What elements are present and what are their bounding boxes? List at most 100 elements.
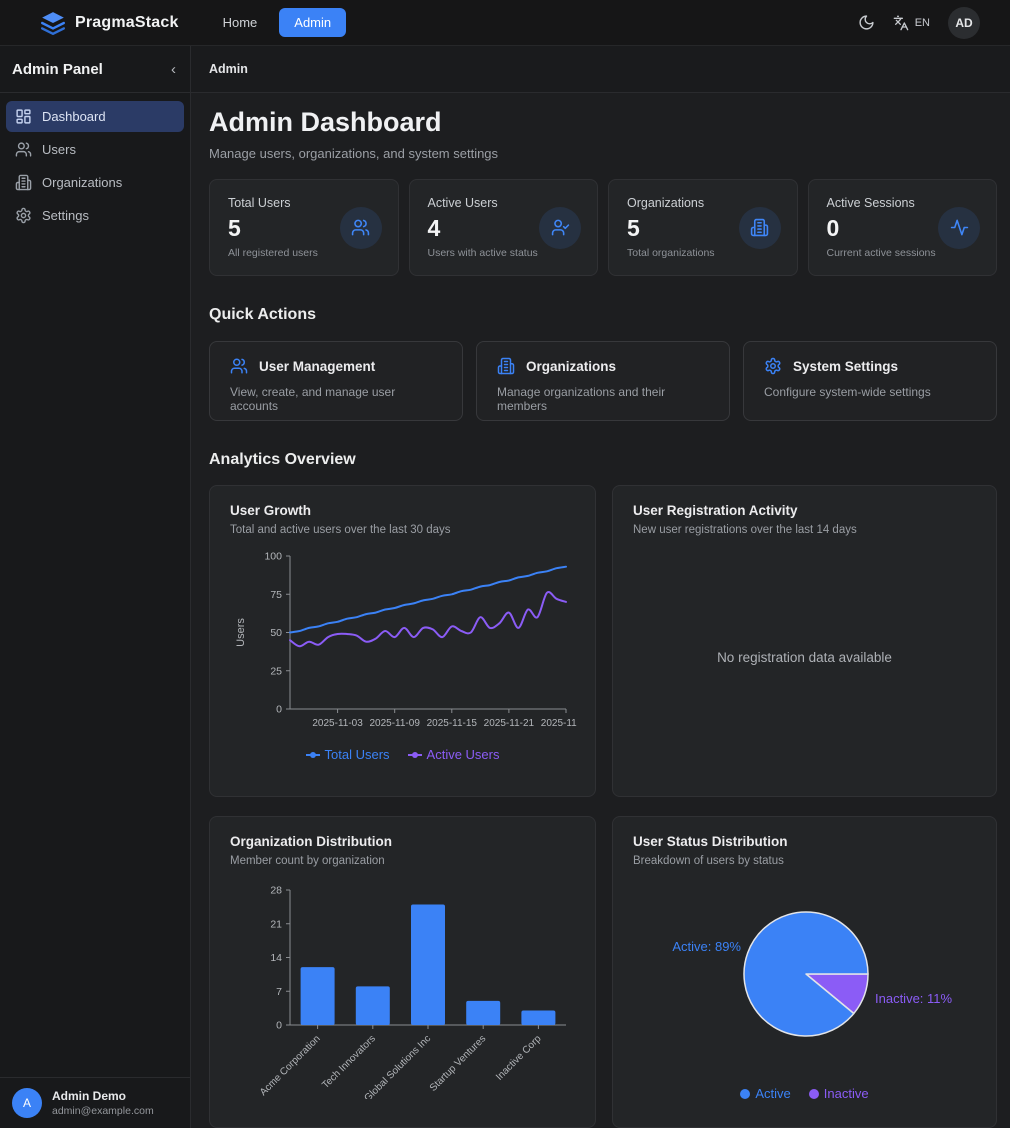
pie-legend-dot [740, 1089, 750, 1099]
line-legend-marker [306, 754, 320, 756]
sidebar-user-email: admin@example.com [52, 1105, 154, 1117]
sidebar-item-settings[interactable]: Settings [6, 200, 184, 231]
sidebar-item-users[interactable]: Users [6, 134, 184, 165]
top-navbar: PragmaStack Home Admin EN AD [0, 0, 1010, 46]
stats-grid: Total Users 5 All registered users Activ… [209, 179, 997, 276]
sidebar-item-organizations[interactable]: Organizations [6, 167, 184, 198]
svg-text:Users: Users [235, 618, 247, 647]
building-icon [15, 174, 32, 191]
user-check-icon [539, 207, 581, 249]
svg-text:21: 21 [270, 918, 282, 930]
chart-subtitle: Breakdown of users by status [633, 855, 976, 867]
pie-legend-dot [809, 1089, 819, 1099]
users-icon [230, 357, 248, 375]
sidebar-item-label: Organizations [42, 175, 122, 190]
svg-text:100: 100 [264, 551, 282, 563]
legend-item-active-users[interactable]: Active Users [408, 747, 500, 762]
activity-icon [938, 207, 980, 249]
charts-grid: User Growth Total and active users over … [209, 485, 997, 1128]
quick-action-title: System Settings [793, 359, 898, 374]
sidebar-item-label: Users [42, 142, 76, 157]
svg-text:2025-11-09: 2025-11-09 [369, 718, 420, 729]
svg-text:7: 7 [276, 986, 282, 998]
moon-icon [858, 14, 875, 31]
legend-label: Inactive [824, 1086, 869, 1101]
sidebar-title: Admin Panel [12, 61, 103, 78]
legend-label: Total Users [325, 747, 390, 762]
organization-distribution-card: Organization Distribution Member count b… [209, 816, 596, 1128]
legend-label: Active Users [427, 747, 500, 762]
sidebar-item-label: Settings [42, 208, 89, 223]
user-registration-card: User Registration Activity New user regi… [612, 485, 997, 797]
empty-state-message: No registration data available [717, 650, 892, 665]
quick-action-description: Configure system-wide settings [764, 385, 976, 399]
svg-text:2025-11-03: 2025-11-03 [312, 718, 363, 729]
breadcrumb: Admin [209, 62, 248, 76]
layers-logo-icon [40, 10, 66, 36]
chart-title: User Growth [230, 503, 575, 518]
pie-chart-legend: Active Inactive [633, 1086, 976, 1101]
user-growth-card: User Growth Total and active users over … [209, 485, 596, 797]
stat-description: Current active sessions [827, 247, 979, 259]
sidebar-item-label: Dashboard [42, 109, 106, 124]
svg-text:75: 75 [270, 589, 282, 601]
svg-text:0: 0 [276, 1020, 282, 1032]
svg-text:Tech Innovators: Tech Innovators [320, 1033, 378, 1091]
building-icon [497, 357, 515, 375]
sidebar-user-name: Admin Demo [52, 1089, 154, 1103]
legend-item-inactive[interactable]: Inactive [809, 1086, 869, 1101]
svg-text:2025-11-21: 2025-11-21 [484, 718, 535, 729]
quick-action-organizations[interactable]: Organizations Manage organizations and t… [476, 341, 730, 421]
sidebar-item-dashboard[interactable]: Dashboard [6, 101, 184, 132]
svg-text:Inactive Corp: Inactive Corp [494, 1033, 544, 1083]
user-growth-line-chart: 02550751002025-11-032025-11-092025-11-15… [230, 546, 577, 738]
users-icon [15, 141, 32, 158]
stat-description: Users with active status [428, 247, 580, 259]
quick-action-description: Manage organizations and their members [497, 385, 709, 413]
user-status-card: User Status Distribution Breakdown of us… [612, 816, 997, 1128]
legend-item-active[interactable]: Active [740, 1086, 790, 1101]
quick-actions-heading: Quick Actions [209, 306, 997, 324]
theme-toggle-button[interactable] [858, 14, 875, 31]
chart-subtitle: Member count by organization [230, 855, 575, 867]
brand-name: PragmaStack [75, 14, 179, 32]
admin-sidebar: Admin Panel ‹ Dashboard Users Organiza [0, 46, 191, 1128]
language-button[interactable]: EN [893, 15, 930, 31]
svg-text:Startup Ventures: Startup Ventures [428, 1033, 488, 1093]
svg-text:Acme Corporation: Acme Corporation [258, 1033, 323, 1098]
quick-actions-grid: User Management View, create, and manage… [209, 341, 997, 421]
user-status-pie-chart: Active: 89% Inactive: 11% [633, 877, 978, 1077]
page-subtitle: Manage users, organizations, and system … [209, 146, 997, 161]
nav-admin[interactable]: Admin [279, 8, 346, 37]
svg-text:25: 25 [270, 665, 282, 677]
stat-description: All registered users [228, 247, 380, 259]
sidebar-collapse-button[interactable]: ‹ [171, 62, 176, 77]
stat-card-active-sessions: Active Sessions 0 Current active session… [808, 179, 998, 276]
sidebar-user-avatar: A [12, 1088, 42, 1118]
svg-text:2025-11-27: 2025-11-27 [541, 718, 577, 729]
svg-text:Active: 89%: Active: 89% [672, 939, 741, 954]
brand[interactable]: PragmaStack [40, 10, 179, 36]
users-icon [340, 207, 382, 249]
svg-text:2025-11-15: 2025-11-15 [427, 718, 478, 729]
chart-title: User Registration Activity [633, 503, 976, 518]
stat-description: Total organizations [627, 247, 779, 259]
quick-action-system-settings[interactable]: System Settings Configure system-wide se… [743, 341, 997, 421]
chart-title: User Status Distribution [633, 834, 976, 849]
svg-text:28: 28 [270, 885, 282, 897]
user-avatar[interactable]: AD [948, 7, 980, 39]
main-nav: Home Admin [213, 8, 347, 37]
legend-item-total-users[interactable]: Total Users [306, 747, 390, 762]
legend-label: Active [755, 1086, 790, 1101]
language-label: EN [915, 17, 930, 29]
chart-subtitle: Total and active users over the last 30 … [230, 524, 575, 536]
gear-icon [764, 357, 782, 375]
svg-text:Inactive: 11%: Inactive: 11% [875, 991, 953, 1006]
quick-action-title: Organizations [526, 359, 616, 374]
chart-title: Organization Distribution [230, 834, 575, 849]
sidebar-user-section: A Admin Demo admin@example.com [0, 1077, 190, 1128]
nav-home[interactable]: Home [213, 9, 268, 36]
chart-subtitle: New user registrations over the last 14 … [633, 524, 976, 536]
languages-icon [893, 15, 909, 31]
quick-action-user-management[interactable]: User Management View, create, and manage… [209, 341, 463, 421]
